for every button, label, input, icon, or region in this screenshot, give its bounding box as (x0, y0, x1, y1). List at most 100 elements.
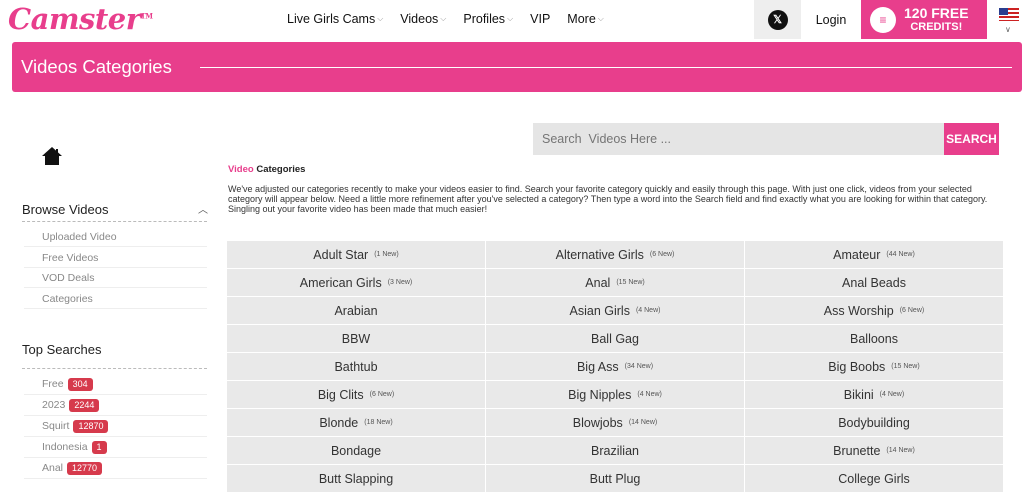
top-search-item[interactable]: Squirt 12870 (24, 416, 207, 437)
top-searches-heading: Top Searches (22, 342, 102, 357)
nav-label: Live Girls Cams (287, 12, 376, 26)
free-credits-button[interactable]: ≡ 120 FREE CREDITS! (861, 0, 987, 39)
category-item[interactable]: Adult Star (1 New) (227, 241, 485, 268)
nav-label: Videos (400, 12, 439, 26)
count-badge: 2244 (69, 399, 100, 412)
category-item[interactable]: Brunette (14 New) (745, 437, 1003, 464)
search-input[interactable] (533, 123, 944, 155)
category-item[interactable]: Ball Gag (486, 325, 744, 352)
category-item[interactable]: Butt Slapping (227, 465, 485, 492)
category-item[interactable]: Amateur (44 New) (745, 241, 1003, 268)
top-search-item[interactable]: 2023 2244 (24, 395, 207, 416)
intro-text: We've adjusted our categories recently t… (228, 184, 988, 214)
category-item[interactable]: Bondage (227, 437, 485, 464)
main-nav: Live Girls Cams ⌵ Videos ⌵ Profiles ⌵ VIP More ⌵ (287, 12, 621, 26)
search-button[interactable]: SEARCH (944, 123, 999, 155)
nav-item-profiles[interactable]: Profiles ⌵ (463, 12, 513, 26)
category-item[interactable]: Big Nipples (4 New) (486, 381, 744, 408)
top-search-term: 2023 (42, 399, 66, 411)
chevron-down-icon: ⌵ (377, 14, 384, 23)
credits-line2: CREDITS! (910, 20, 963, 33)
top-search-term: Indonesia (42, 441, 88, 453)
category-item[interactable]: Bathtub (227, 353, 485, 380)
nav-item-vip[interactable]: VIP (530, 12, 550, 26)
category-item[interactable]: Balloons (745, 325, 1003, 352)
top-search-item[interactable]: Indonesia 1 (24, 437, 207, 458)
category-item[interactable]: Big Boobs (15 New) (745, 353, 1003, 380)
new-count: (14 New) (886, 447, 915, 454)
category-item[interactable]: College Girls (745, 465, 1003, 492)
categories-heading-pink: Video (228, 164, 254, 175)
category-item[interactable]: Brazilian (486, 437, 744, 464)
new-count: (6 New) (369, 391, 395, 398)
category-name: Bikini (843, 387, 874, 402)
site-logo[interactable]: CamsterTM (8, 2, 153, 36)
divider (22, 221, 207, 222)
category-name: Arabian (334, 303, 378, 318)
nav-item-live-girls-cams[interactable]: Live Girls Cams ⌵ (287, 12, 383, 26)
category-item[interactable]: Blonde (18 New) (227, 409, 485, 436)
category-name: Amateur (833, 247, 881, 262)
x-social-button[interactable]: 𝕏 (754, 0, 801, 39)
category-name: Balloons (850, 331, 898, 346)
categories-heading: Video Categories (228, 164, 305, 175)
nav-label: Profiles (463, 12, 506, 26)
category-item[interactable]: Anal Beads (745, 269, 1003, 296)
browse-item[interactable]: VOD Deals (24, 268, 207, 288)
category-name: Asian Girls (569, 303, 630, 318)
category-item[interactable]: Blowjobs (14 New) (486, 409, 744, 436)
category-item[interactable]: Ass Worship (6 New) (745, 297, 1003, 324)
category-name: Ass Worship (823, 303, 894, 318)
login-link[interactable]: Login (801, 0, 861, 39)
count-badge: 304 (67, 378, 93, 391)
category-item[interactable]: Bikini (4 New) (745, 381, 1003, 408)
category-name: Butt Plug (589, 471, 641, 486)
category-item[interactable]: Butt Plug (486, 465, 744, 492)
browse-item[interactable]: Categories (24, 289, 207, 309)
coins-icon: ≡ (870, 6, 896, 33)
category-item[interactable]: Big Clits (6 New) (227, 381, 485, 408)
chevron-down-icon: ⌵ (440, 14, 447, 23)
nav-item-videos[interactable]: Videos ⌵ (400, 12, 446, 26)
category-name: Blowjobs (572, 415, 623, 430)
category-name: Anal (585, 275, 611, 290)
category-name: Brazilian (591, 443, 639, 458)
category-name: Bodybuilding (838, 415, 910, 430)
category-name: Big Clits (317, 387, 364, 402)
category-item[interactable]: American Girls (3 New) (227, 269, 485, 296)
top-search-item[interactable]: Free 304 (24, 374, 207, 395)
new-count: (15 New) (616, 279, 645, 286)
browse-videos-heading[interactable]: Browse Videos (22, 202, 108, 217)
top-search-term: Squirt (42, 420, 70, 432)
category-name: American Girls (299, 275, 382, 290)
category-item[interactable]: Arabian (227, 297, 485, 324)
category-item[interactable]: Bodybuilding (745, 409, 1003, 436)
category-name: Brunette (833, 443, 881, 458)
us-flag-icon[interactable] (999, 8, 1019, 21)
category-name: Ball Gag (591, 331, 639, 346)
category-name: Butt Slapping (318, 471, 394, 486)
nav-item-more[interactable]: More ⌵ (567, 12, 604, 26)
chevron-up-icon[interactable]: ︿ (198, 201, 208, 216)
page-banner: Videos Categories (12, 42, 1022, 92)
credits-label: 120 FREE CREDITS! (904, 6, 969, 34)
new-count: (18 New) (364, 419, 393, 426)
count-badge: 12870 (73, 420, 109, 433)
category-item[interactable]: Big Ass (34 New) (486, 353, 744, 380)
new-count: (15 New) (891, 363, 920, 370)
new-count: (6 New) (649, 251, 675, 258)
browse-item[interactable]: Uploaded Video (24, 227, 207, 247)
category-item[interactable]: BBW (227, 325, 485, 352)
banner-divider (200, 67, 1012, 68)
category-item[interactable]: Asian Girls (4 New) (486, 297, 744, 324)
top-navbar: CamsterTM Live Girls Cams ⌵ Videos ⌵ Profile… (0, 0, 1024, 40)
new-count: (4 New) (637, 391, 662, 398)
home-icon[interactable] (41, 146, 63, 166)
category-item[interactable]: Anal (15 New) (486, 269, 744, 296)
top-search-term: Free (42, 378, 64, 390)
new-count: (6 New) (899, 307, 925, 314)
browse-item[interactable]: Free Videos (24, 248, 207, 268)
category-item[interactable]: Alternative Girls (6 New) (486, 241, 744, 268)
chevron-down-icon[interactable]: ∨ (1005, 25, 1011, 34)
x-icon: 𝕏 (767, 9, 788, 30)
